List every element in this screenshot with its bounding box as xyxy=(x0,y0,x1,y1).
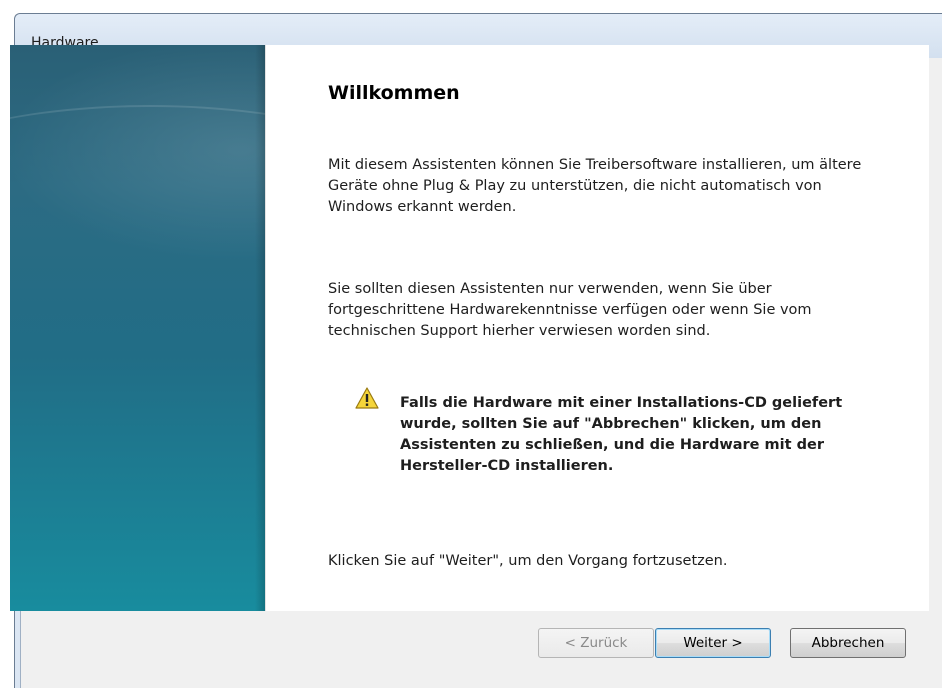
continue-instruction: Klicken Sie auf "Weiter", um den Vorgang… xyxy=(328,553,728,569)
banner-decoration xyxy=(10,105,265,287)
advice-paragraph: Sie sollten diesen Assistenten nur verwe… xyxy=(328,281,812,339)
warning-triangle-icon xyxy=(355,387,379,409)
wizard-content-panel: Willkommen Mit diesem Assistenten können… xyxy=(265,45,929,611)
wizard-banner-image xyxy=(10,45,265,611)
cancel-button[interactable]: Abbrechen xyxy=(790,628,906,658)
next-button[interactable]: Weiter > xyxy=(655,628,771,658)
back-button[interactable]: < Zurück xyxy=(538,628,654,658)
page-title: Willkommen xyxy=(328,82,460,104)
banner-edge-shadow xyxy=(255,45,265,611)
intro-paragraph: Mit diesem Assistenten können Sie Treibe… xyxy=(328,157,862,215)
warning-message: Falls die Hardware mit einer Installatio… xyxy=(400,395,843,474)
